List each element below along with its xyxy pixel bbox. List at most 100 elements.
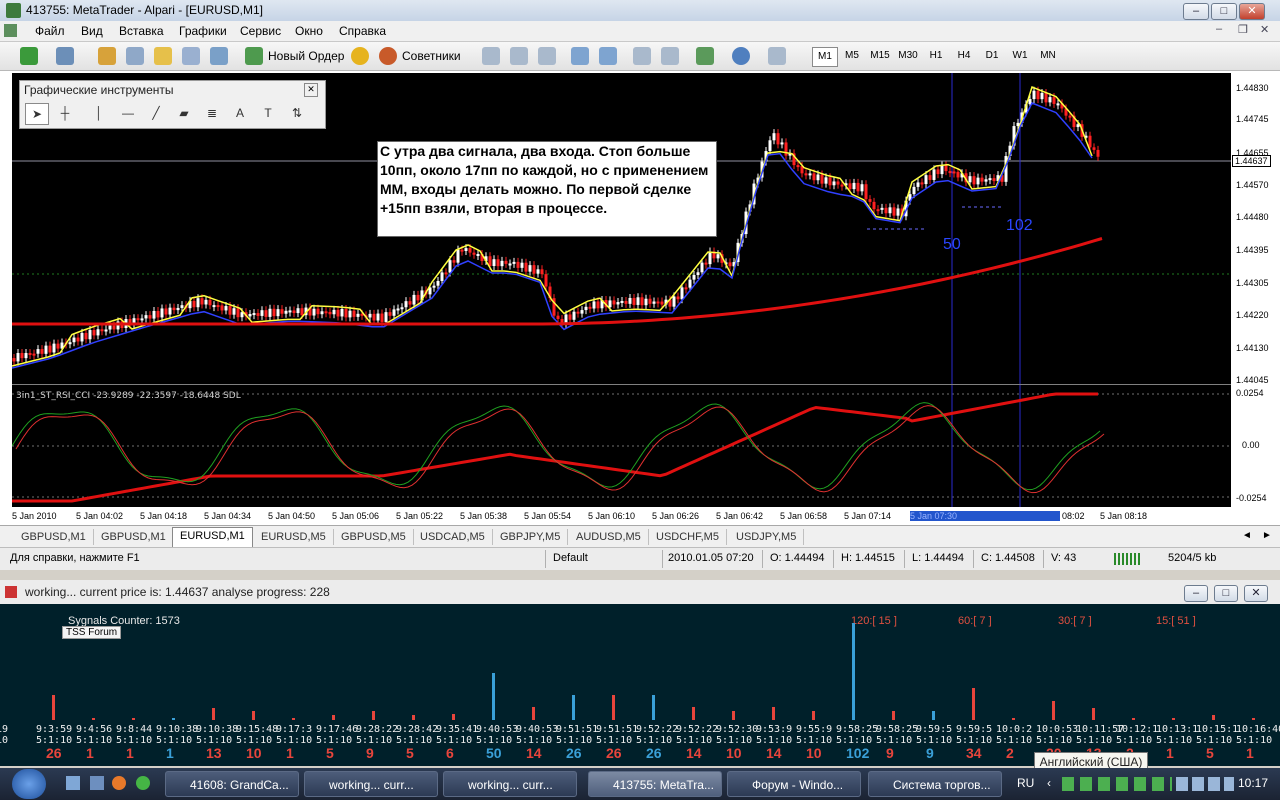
taskbar-item-4[interactable]: 413755: MetaTra... xyxy=(588,771,722,797)
tab-gbpusd-m1-2[interactable]: GBPUSD,M1 xyxy=(94,529,174,545)
mdi-minimize-icon[interactable]: – xyxy=(1216,23,1222,35)
timeframe-w1[interactable]: W1 xyxy=(1008,47,1032,65)
candles-icon[interactable] xyxy=(510,47,528,65)
tabs-right-icon[interactable]: ► xyxy=(1262,530,1272,541)
advisors-button[interactable]: Советники xyxy=(402,46,461,66)
trendline-tool-icon[interactable]: ╱ xyxy=(145,103,167,123)
timeframe-m15[interactable]: M15 xyxy=(868,47,892,65)
maximize-button[interactable]: □ xyxy=(1211,3,1237,20)
fibo-tool-icon[interactable]: ≣ xyxy=(201,103,223,123)
taskbar-item-6[interactable]: Система торгов... xyxy=(868,771,1002,797)
minimize-button[interactable]: – xyxy=(1183,3,1209,20)
timeframe-m30[interactable]: M30 xyxy=(896,47,920,65)
quicklaunch-icon[interactable] xyxy=(66,776,80,790)
close-button[interactable]: ✕ xyxy=(1239,3,1265,20)
close-icon[interactable]: ✕ xyxy=(304,83,318,97)
start-button[interactable] xyxy=(12,769,46,799)
tab-gbpjpy-m5[interactable]: GBPJPY,M5 xyxy=(493,529,569,545)
market-watch-icon[interactable] xyxy=(98,47,116,65)
close-button[interactable]: ✕ xyxy=(1244,585,1268,602)
candle xyxy=(392,309,396,316)
menu-view[interactable]: Вид xyxy=(76,23,108,39)
tss-forum-link[interactable]: TSS Forum xyxy=(62,626,122,639)
desktop-icon[interactable] xyxy=(90,776,104,790)
new-order-button[interactable]: Новый Ордер xyxy=(268,46,344,66)
timeframe-h4[interactable]: H4 xyxy=(952,47,976,65)
icq-icon[interactable] xyxy=(136,776,150,790)
zoom-out-icon[interactable] xyxy=(599,47,617,65)
terminal-icon[interactable] xyxy=(154,47,172,65)
timeframe-d1[interactable]: D1 xyxy=(980,47,1004,65)
profiles-icon[interactable] xyxy=(56,47,74,65)
timeframe-m5[interactable]: M5 xyxy=(840,47,864,65)
system-tray-icons[interactable] xyxy=(1176,777,1234,791)
tray-icons[interactable] xyxy=(1062,777,1172,791)
menu-help[interactable]: Справка xyxy=(334,23,391,39)
tab-eurusd-m5[interactable]: EURUSD,M5 xyxy=(254,529,334,545)
periods-icon[interactable] xyxy=(732,47,750,65)
vertical-line-icon[interactable]: │ xyxy=(88,103,110,123)
taskbar-item-2[interactable]: working... curr... xyxy=(304,771,438,797)
horizontal-line-icon[interactable]: — xyxy=(117,103,139,123)
candle xyxy=(992,178,996,182)
menu-tools[interactable]: Сервис xyxy=(235,23,286,39)
tab-usdjpy-m5[interactable]: USDJPY,M5 xyxy=(729,529,805,545)
graphic-tools-panel[interactable]: Графические инструменты ✕ ➤ ┼ │ — ╱ ▰ ≣ … xyxy=(19,80,326,129)
menu-file[interactable]: Файл xyxy=(30,23,70,39)
timeframe-h1[interactable]: H1 xyxy=(924,47,948,65)
taskbar-item-5[interactable]: Форум - Windo... xyxy=(727,771,861,797)
templates-icon[interactable] xyxy=(768,47,786,65)
candle xyxy=(28,353,32,356)
signal-count: 9 xyxy=(926,745,934,761)
tab-eurusd-m1[interactable]: EURUSD,M1 xyxy=(172,527,253,547)
time-tick: 5 Jan 2010 xyxy=(12,511,57,521)
candle xyxy=(20,353,24,359)
warning-icon[interactable] xyxy=(351,47,369,65)
tab-usdcad-m5[interactable]: USDCAD,M5 xyxy=(413,529,493,545)
mdi-close-icon[interactable]: ✕ xyxy=(1260,23,1269,36)
navigator-icon[interactable] xyxy=(126,47,144,65)
tray-expand-icon[interactable]: ‹ xyxy=(1047,776,1051,790)
autoscroll-icon[interactable] xyxy=(633,47,651,65)
arrows-tool-icon[interactable]: ⇅ xyxy=(286,103,308,123)
text-tool-icon[interactable]: A xyxy=(229,103,251,123)
firefox-icon[interactable] xyxy=(112,776,126,790)
indicator-chart[interactable]: 3in1_ST_RSI_CCI -23.9289 -22.3597 -18.64… xyxy=(12,384,1231,507)
indicators-icon[interactable] xyxy=(696,47,714,65)
bar-chart-icon[interactable] xyxy=(482,47,500,65)
menu-window[interactable]: Окно xyxy=(290,23,328,39)
candle xyxy=(388,312,392,316)
candle xyxy=(288,310,292,313)
label-tool-icon[interactable]: T xyxy=(257,103,279,123)
candle xyxy=(676,296,680,300)
candle xyxy=(1052,97,1056,104)
timeframe-mn[interactable]: MN xyxy=(1036,47,1060,65)
tab-usdchf-m5[interactable]: USDCHF,M5 xyxy=(649,529,727,545)
signal-timeframe: 5:1:10 xyxy=(356,735,393,746)
language-indicator[interactable]: RU xyxy=(1017,776,1034,790)
timeframe-m1[interactable]: M1 xyxy=(812,47,838,67)
maximize-button[interactable]: □ xyxy=(1214,585,1238,602)
tab-gbpusd-m1[interactable]: GBPUSD,M1 xyxy=(14,529,94,545)
chart-shift-icon[interactable] xyxy=(661,47,679,65)
tab-gbpusd-m5[interactable]: GBPUSD,M5 xyxy=(334,529,414,545)
channel-tool-icon[interactable]: ▰ xyxy=(173,103,195,123)
minimize-button[interactable]: – xyxy=(1184,585,1208,602)
crosshair-tool-icon[interactable]: ┼ xyxy=(54,103,76,123)
zoom-in-icon[interactable] xyxy=(571,47,589,65)
tabs-left-icon[interactable]: ◄ xyxy=(1242,530,1252,541)
signal-count: 1 xyxy=(126,745,134,761)
cursor-tool-icon[interactable]: ➤ xyxy=(25,103,49,125)
taskbar-item-1[interactable]: 41608: GrandCa... xyxy=(165,771,299,797)
tester-icon[interactable] xyxy=(182,47,200,65)
candle xyxy=(536,269,540,274)
candle xyxy=(592,301,596,309)
history-icon[interactable] xyxy=(210,47,228,65)
new-chart-icon[interactable] xyxy=(20,47,38,65)
line-chart-icon[interactable] xyxy=(538,47,556,65)
mdi-restore-icon[interactable]: ❐ xyxy=(1238,23,1248,36)
taskbar-item-3[interactable]: working... curr... xyxy=(443,771,577,797)
menu-insert[interactable]: Вставка xyxy=(114,23,169,39)
tab-audusd-m5[interactable]: AUDUSD,M5 xyxy=(569,529,649,545)
menu-charts[interactable]: Графики xyxy=(174,23,232,39)
